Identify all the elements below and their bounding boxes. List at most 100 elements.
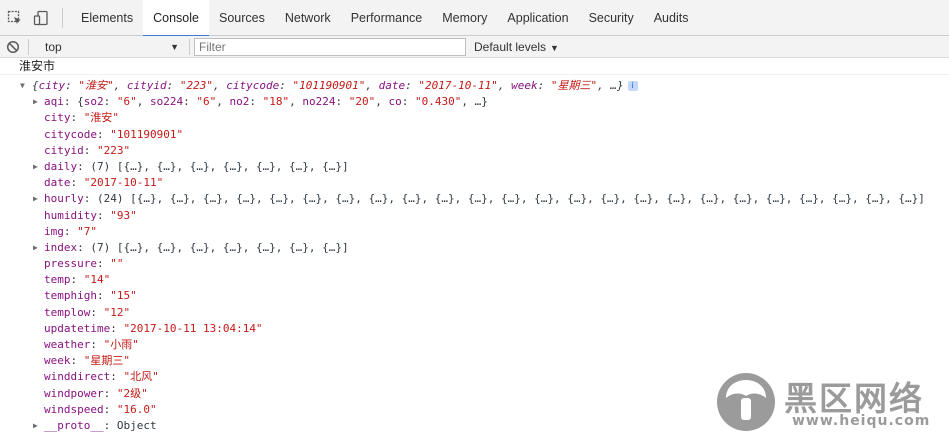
context-label: top <box>45 39 62 54</box>
device-toggle-icon[interactable] <box>30 7 52 29</box>
watermark-logo-icon <box>717 373 775 431</box>
property-key: windpower <box>44 386 104 400</box>
tab-security[interactable]: Security <box>579 0 644 36</box>
property-value: (7) [{…}, {…}, {…}, {…}, {…}, {…}, {…}] <box>90 240 349 254</box>
property-key: citycode <box>44 127 97 141</box>
context-selector[interactable]: top ▼ <box>39 38 179 56</box>
property-row-updatetime: updatetime: "2017-10-11 13:04:14" <box>0 321 949 337</box>
property-entry: pressure: "" <box>44 256 123 272</box>
separator: , <box>113 79 127 92</box>
preview-value: "223" <box>179 79 213 92</box>
property-value: "15" <box>110 289 137 303</box>
watermark: 黑区网络 www.heiqu.com <box>716 372 948 432</box>
colon: : <box>96 289 111 303</box>
colon: : <box>83 143 97 157</box>
colon: : <box>96 257 111 271</box>
filter-input[interactable] <box>194 37 466 56</box>
property-entry: week: "星期三" <box>44 353 130 369</box>
expand-triangle-icon[interactable]: ▶ <box>33 159 38 175</box>
preview-value: "淮安" <box>78 79 114 92</box>
property-row-week: week: "星期三" <box>0 353 949 369</box>
property-value: "93" <box>110 208 137 222</box>
colon: : <box>96 127 111 141</box>
colon: : <box>279 79 293 92</box>
tab-application[interactable]: Application <box>497 0 578 36</box>
property-entry: index: (7) [{…}, {…}, {…}, {…}, {…}, {…}… <box>44 240 349 256</box>
separator: , <box>216 95 230 109</box>
colon: : <box>537 79 551 92</box>
property-row-hourly[interactable]: ▶ hourly: (24) [{…}, {…}, {…}, {…}, {…}, … <box>0 191 949 207</box>
property-entry: citycode: "101190901" <box>44 127 183 143</box>
tab-network[interactable]: Network <box>275 0 341 36</box>
colon: : <box>401 95 415 109</box>
property-entry: city: "淮安" <box>44 110 119 126</box>
property-entry: windpower: "2级" <box>44 386 148 402</box>
colon: : <box>83 192 97 206</box>
property-value: "14" <box>83 273 111 287</box>
info-icon[interactable]: i <box>627 81 638 91</box>
colon: : <box>65 79 79 92</box>
tab-performance[interactable]: Performance <box>341 0 433 36</box>
property-key: pressure <box>44 257 97 271</box>
property-row-index[interactable]: ▶ index: (7) [{…}, {…}, {…}, {…}, {…}, {…… <box>0 240 949 256</box>
separator: , <box>375 95 389 109</box>
preview-value: "101190901" <box>292 79 366 92</box>
property-row-daily[interactable]: ▶ daily: (7) [{…}, {…}, {…}, {…}, {…}, {…… <box>0 159 949 175</box>
colon: : <box>90 338 104 351</box>
property-key: updatetime <box>44 321 111 335</box>
tab-audits[interactable]: Audits <box>644 0 699 36</box>
property-key: week <box>44 354 71 368</box>
property-row-aqi[interactable]: ▶ aqi: {so2: "6", so224: "6", no2: "18", … <box>0 94 949 110</box>
separator: , <box>365 79 379 92</box>
preview-value: "星期三" <box>550 79 598 92</box>
preview-key: week <box>511 79 538 92</box>
property-key: date <box>44 176 71 190</box>
preview-key: no224 <box>302 95 336 109</box>
colon: : <box>63 95 78 109</box>
expand-triangle-icon[interactable]: ▼ <box>20 78 25 94</box>
clear-console-icon[interactable] <box>2 36 24 58</box>
property-row-cityid: cityid: "223" <box>0 143 949 159</box>
property-entry: windspeed: "16.0" <box>44 402 157 418</box>
tab-sources[interactable]: Sources <box>209 0 275 36</box>
property-key: index <box>44 240 78 254</box>
colon: : <box>166 79 180 92</box>
log-levels-dropdown[interactable]: Default levels ▼ <box>474 40 559 54</box>
object-summary-row[interactable]: ▼ {city: "淮安", cityid: "223", citycode: "… <box>0 78 949 94</box>
property-key: img <box>44 224 64 238</box>
preview-value: "6" <box>196 95 217 109</box>
colon: : <box>335 95 349 109</box>
property-entry: cityid: "223" <box>44 143 130 159</box>
property-entry: daily: (7) [{…}, {…}, {…}, {…}, {…}, {…}… <box>44 159 349 175</box>
expand-triangle-icon[interactable]: ▶ <box>33 94 38 110</box>
property-value: "2017-10-11 13:04:14" <box>123 321 263 335</box>
inspect-element-icon[interactable] <box>4 7 26 29</box>
toolbar-separator <box>28 38 29 55</box>
tab-elements[interactable]: Elements <box>71 0 143 36</box>
property-row-date: date: "2017-10-11" <box>0 175 949 191</box>
colon: : <box>63 224 78 238</box>
property-key: hourly <box>44 192 84 206</box>
tab-console[interactable]: Console <box>143 0 209 37</box>
property-row-img: img: "7" <box>0 224 949 240</box>
preview-key: cityid <box>126 79 167 92</box>
property-value: "2017-10-11" <box>83 176 164 190</box>
watermark-url: www.heiqu.com <box>792 413 931 429</box>
log-levels-label: Default levels <box>474 39 547 54</box>
separator: , <box>497 79 512 92</box>
expand-triangle-icon[interactable]: ▶ <box>33 240 38 256</box>
colon: : <box>77 159 91 173</box>
toolbar-separator <box>189 38 190 55</box>
expand-triangle-icon[interactable]: ▶ <box>33 418 38 434</box>
log-message: 淮安市 <box>0 58 949 75</box>
separator: , <box>289 95 303 109</box>
tab-memory[interactable]: Memory <box>432 0 497 36</box>
expand-triangle-icon[interactable]: ▶ <box>33 191 38 207</box>
property-key: humidity <box>44 208 97 222</box>
property-entry: __proto__: Object <box>44 418 157 434</box>
colon: : <box>70 111 84 125</box>
property-value: "" <box>110 257 124 271</box>
property-key: __proto__ <box>44 418 104 432</box>
preview-key: no2 <box>229 95 250 109</box>
property-key: templow <box>44 305 91 319</box>
